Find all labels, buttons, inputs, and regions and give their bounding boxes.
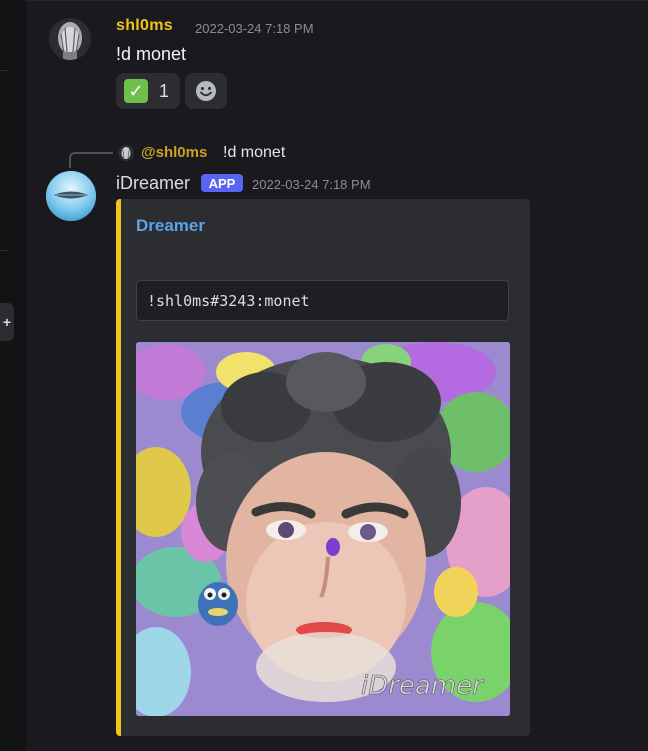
add-server-tab[interactable]: + [0,303,14,341]
reply-avatar-image [118,145,134,161]
embed-code-block: !shl0ms#3243:monet [136,280,509,321]
message-author[interactable]: shl0ms [116,17,173,35]
message-content: !d monet [116,44,187,64]
bot-avatar-image [46,171,96,221]
reply-preview[interactable]: !d monet [223,144,285,162]
check-mark-button-icon: ✓ [124,79,148,103]
avatar-image [49,18,91,60]
divider [26,0,648,1]
message-timestamp: 2022-03-24 7:18 PM [252,177,371,192]
message-author[interactable]: iDreamer [116,173,190,194]
reply-author[interactable]: @shl0ms [141,144,207,161]
app-badge: APP [201,174,243,192]
add-reaction-smiley-icon [196,81,216,101]
embed-title[interactable]: Dreamer [136,216,205,236]
embed-image[interactable]: iDreamer [136,342,510,716]
avatar[interactable] [49,18,91,60]
plus-icon: + [2,314,12,330]
image-watermark: iDreamer [361,671,485,701]
add-reaction-button[interactable] [185,73,227,109]
divider [0,70,8,71]
reaction-count: 1 [159,80,170,101]
generated-portrait-image: iDreamer [136,342,510,716]
server-sidebar-edge [0,0,26,751]
divider [0,250,8,251]
message-timestamp: 2022-03-24 7:18 PM [195,21,314,36]
bot-avatar[interactable] [46,171,96,221]
reply-connector [69,152,113,168]
reaction-check-mark[interactable]: ✓ 1 [116,73,180,109]
reply-avatar[interactable] [118,145,134,161]
